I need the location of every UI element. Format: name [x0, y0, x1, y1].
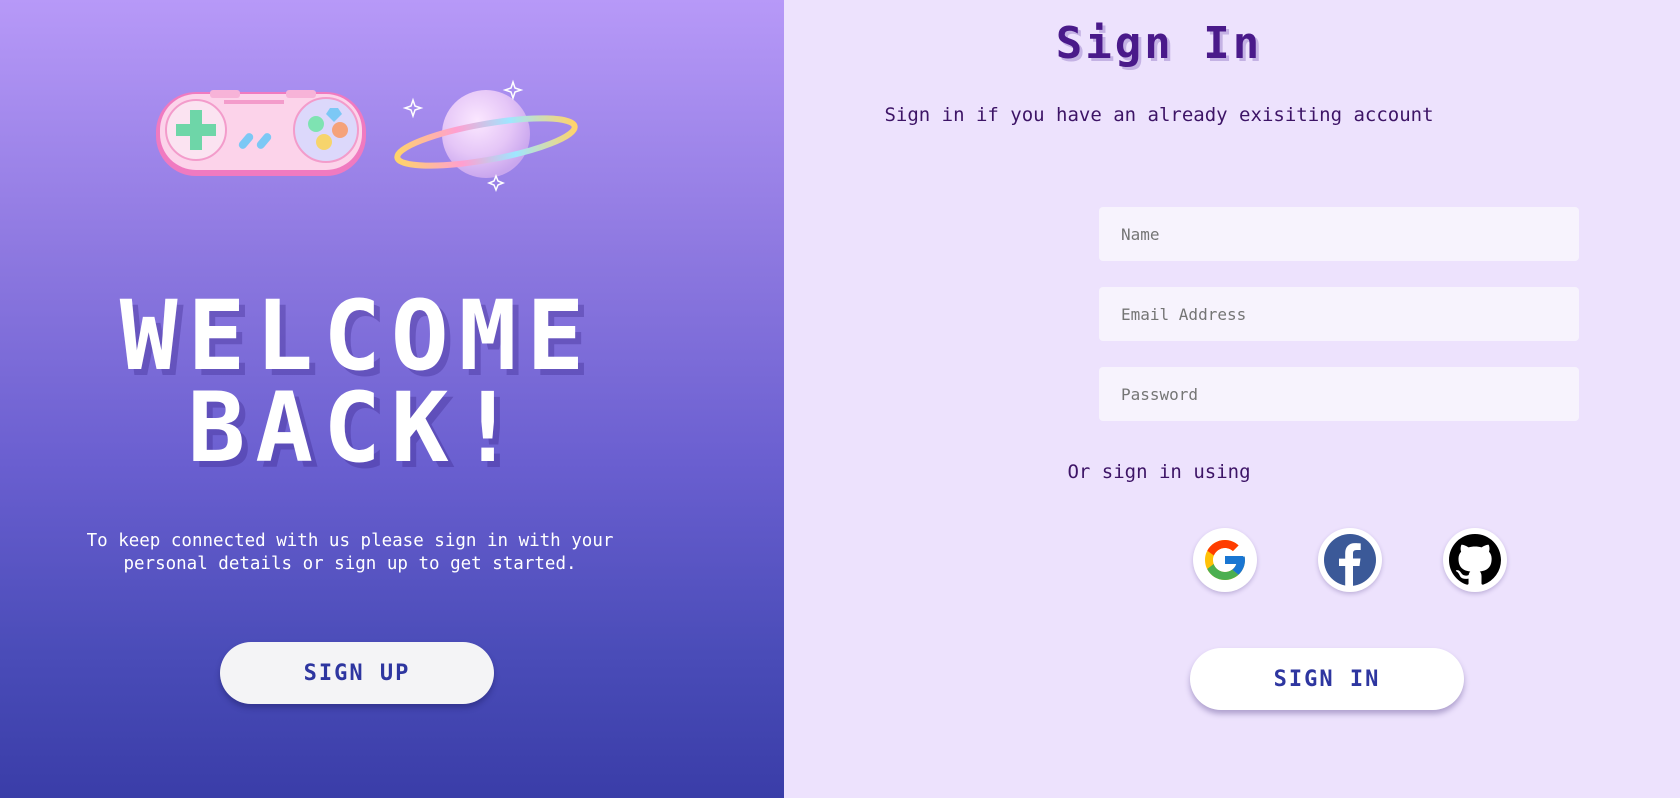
- github-sign-in-button[interactable]: [1443, 528, 1507, 592]
- welcome-tagline: To keep connected with us please sign in…: [60, 530, 640, 576]
- tagline-line-2: personal details or sign up to get start…: [123, 554, 577, 574]
- welcome-line-1: WELCOME: [119, 280, 595, 392]
- name-input[interactable]: [1099, 207, 1579, 261]
- sign-in-subtitle: Sign in if you have an already exisiting…: [884, 104, 1434, 126]
- welcome-panel: WELCOME BACK! To keep connected with us …: [0, 0, 784, 798]
- tagline-line-1: To keep connected with us please sign in…: [86, 531, 614, 551]
- or-sign-in-using-label: Or sign in using: [1067, 461, 1251, 483]
- sign-in-button[interactable]: SIGN IN: [1190, 648, 1464, 710]
- google-sign-in-button[interactable]: [1193, 528, 1257, 592]
- sign-in-title: Sign In: [1055, 18, 1263, 69]
- facebook-icon: [1324, 534, 1376, 586]
- facebook-sign-in-button[interactable]: [1318, 528, 1382, 592]
- welcome-heading: WELCOME BACK!: [0, 280, 714, 484]
- google-icon: [1205, 540, 1245, 580]
- password-input[interactable]: [1099, 367, 1579, 421]
- sign-in-page: WELCOME BACK! To keep connected with us …: [0, 0, 1680, 798]
- sign-in-panel: Sign In Sign in if you have an already e…: [784, 0, 1680, 798]
- email-input[interactable]: [1099, 287, 1579, 341]
- github-icon: [1449, 534, 1501, 585]
- welcome-line-2: BACK!: [187, 372, 527, 484]
- game-controller-icon: [156, 90, 366, 176]
- sign-up-button[interactable]: SIGN UP: [220, 642, 494, 704]
- planet-icon: [394, 79, 578, 193]
